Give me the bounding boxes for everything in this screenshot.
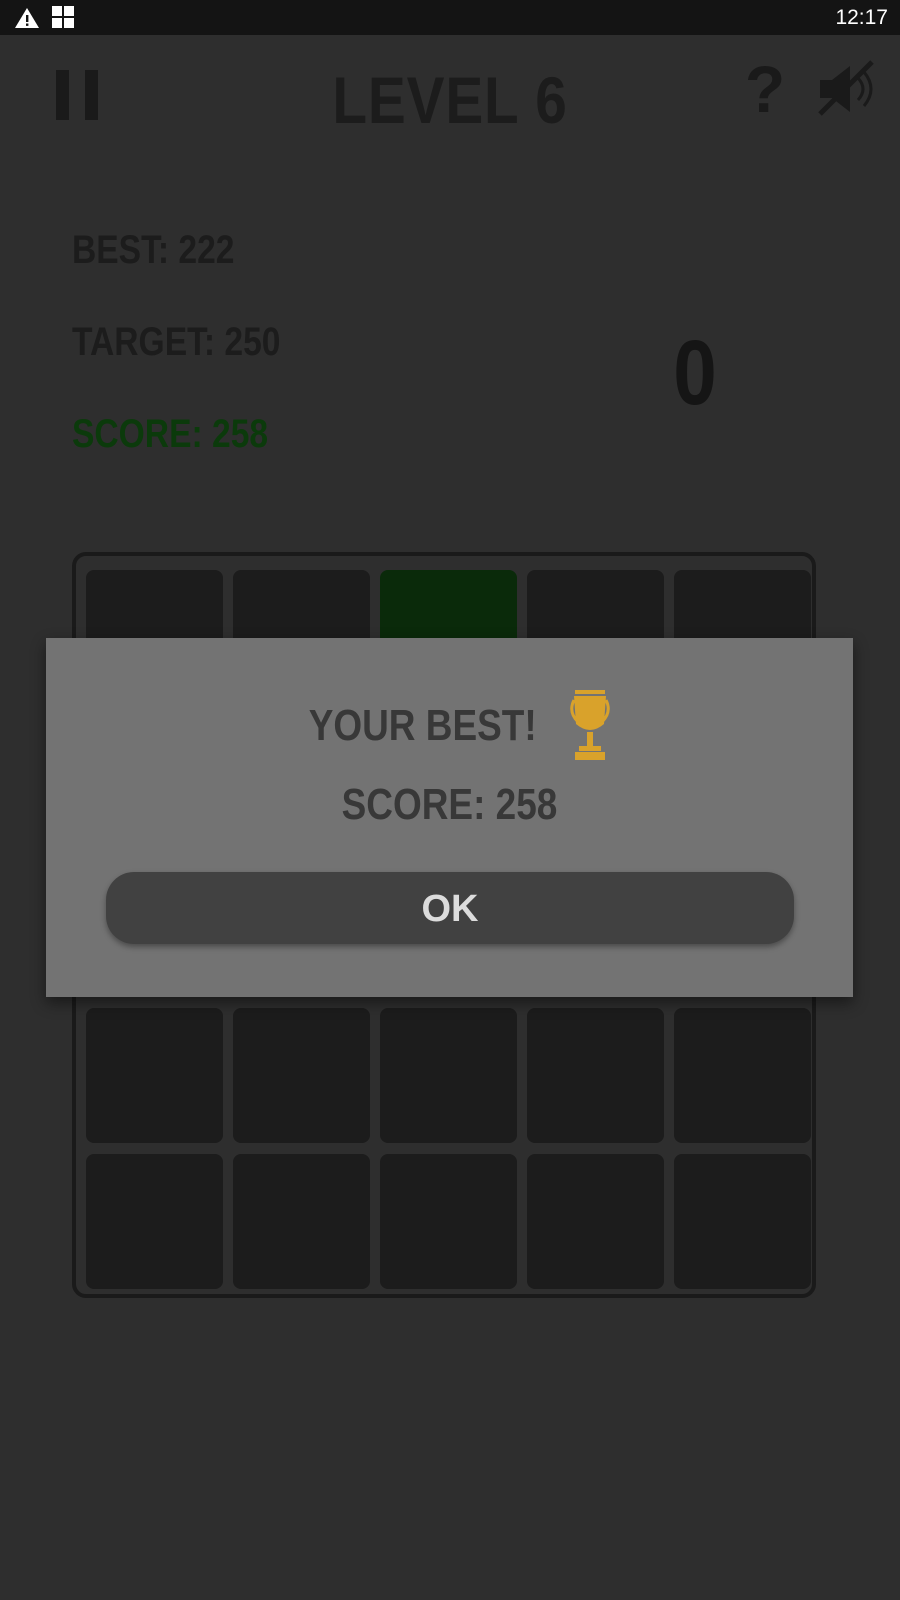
level-title: LEVEL 6	[332, 63, 568, 137]
status-time: 12:17	[835, 6, 888, 29]
grid-icon	[52, 6, 74, 28]
board-tile[interactable]	[86, 1008, 223, 1143]
dialog-title: YOUR BEST!	[46, 688, 853, 764]
best-score-dialog: YOUR BEST! SCORE: 258 OK	[46, 638, 853, 997]
warning-icon	[15, 8, 39, 28]
board-tile[interactable]	[674, 1008, 811, 1143]
help-icon[interactable]: ?	[740, 56, 790, 122]
current-score: SCORE: 258	[72, 412, 269, 456]
best-score: BEST: 222	[72, 228, 235, 272]
board-tile[interactable]	[527, 1008, 664, 1143]
board-tile[interactable]	[674, 1154, 811, 1289]
board-tile[interactable]	[380, 1154, 517, 1289]
board-tile[interactable]	[86, 1154, 223, 1289]
sound-muted-icon[interactable]	[816, 60, 878, 118]
dialog-title-text: YOUR BEST!	[308, 701, 537, 750]
board-tile[interactable]	[527, 1154, 664, 1289]
status-bar: 12:17	[0, 0, 900, 35]
board-tile[interactable]	[233, 1154, 370, 1289]
trophy-icon	[570, 690, 611, 760]
target-score: TARGET: 250	[72, 320, 281, 364]
board-tile[interactable]	[233, 1008, 370, 1143]
ok-button[interactable]: OK	[106, 872, 794, 944]
dialog-score: SCORE: 258	[341, 780, 558, 829]
board-tile[interactable]	[380, 1008, 517, 1143]
combo-counter: 0	[673, 322, 717, 424]
